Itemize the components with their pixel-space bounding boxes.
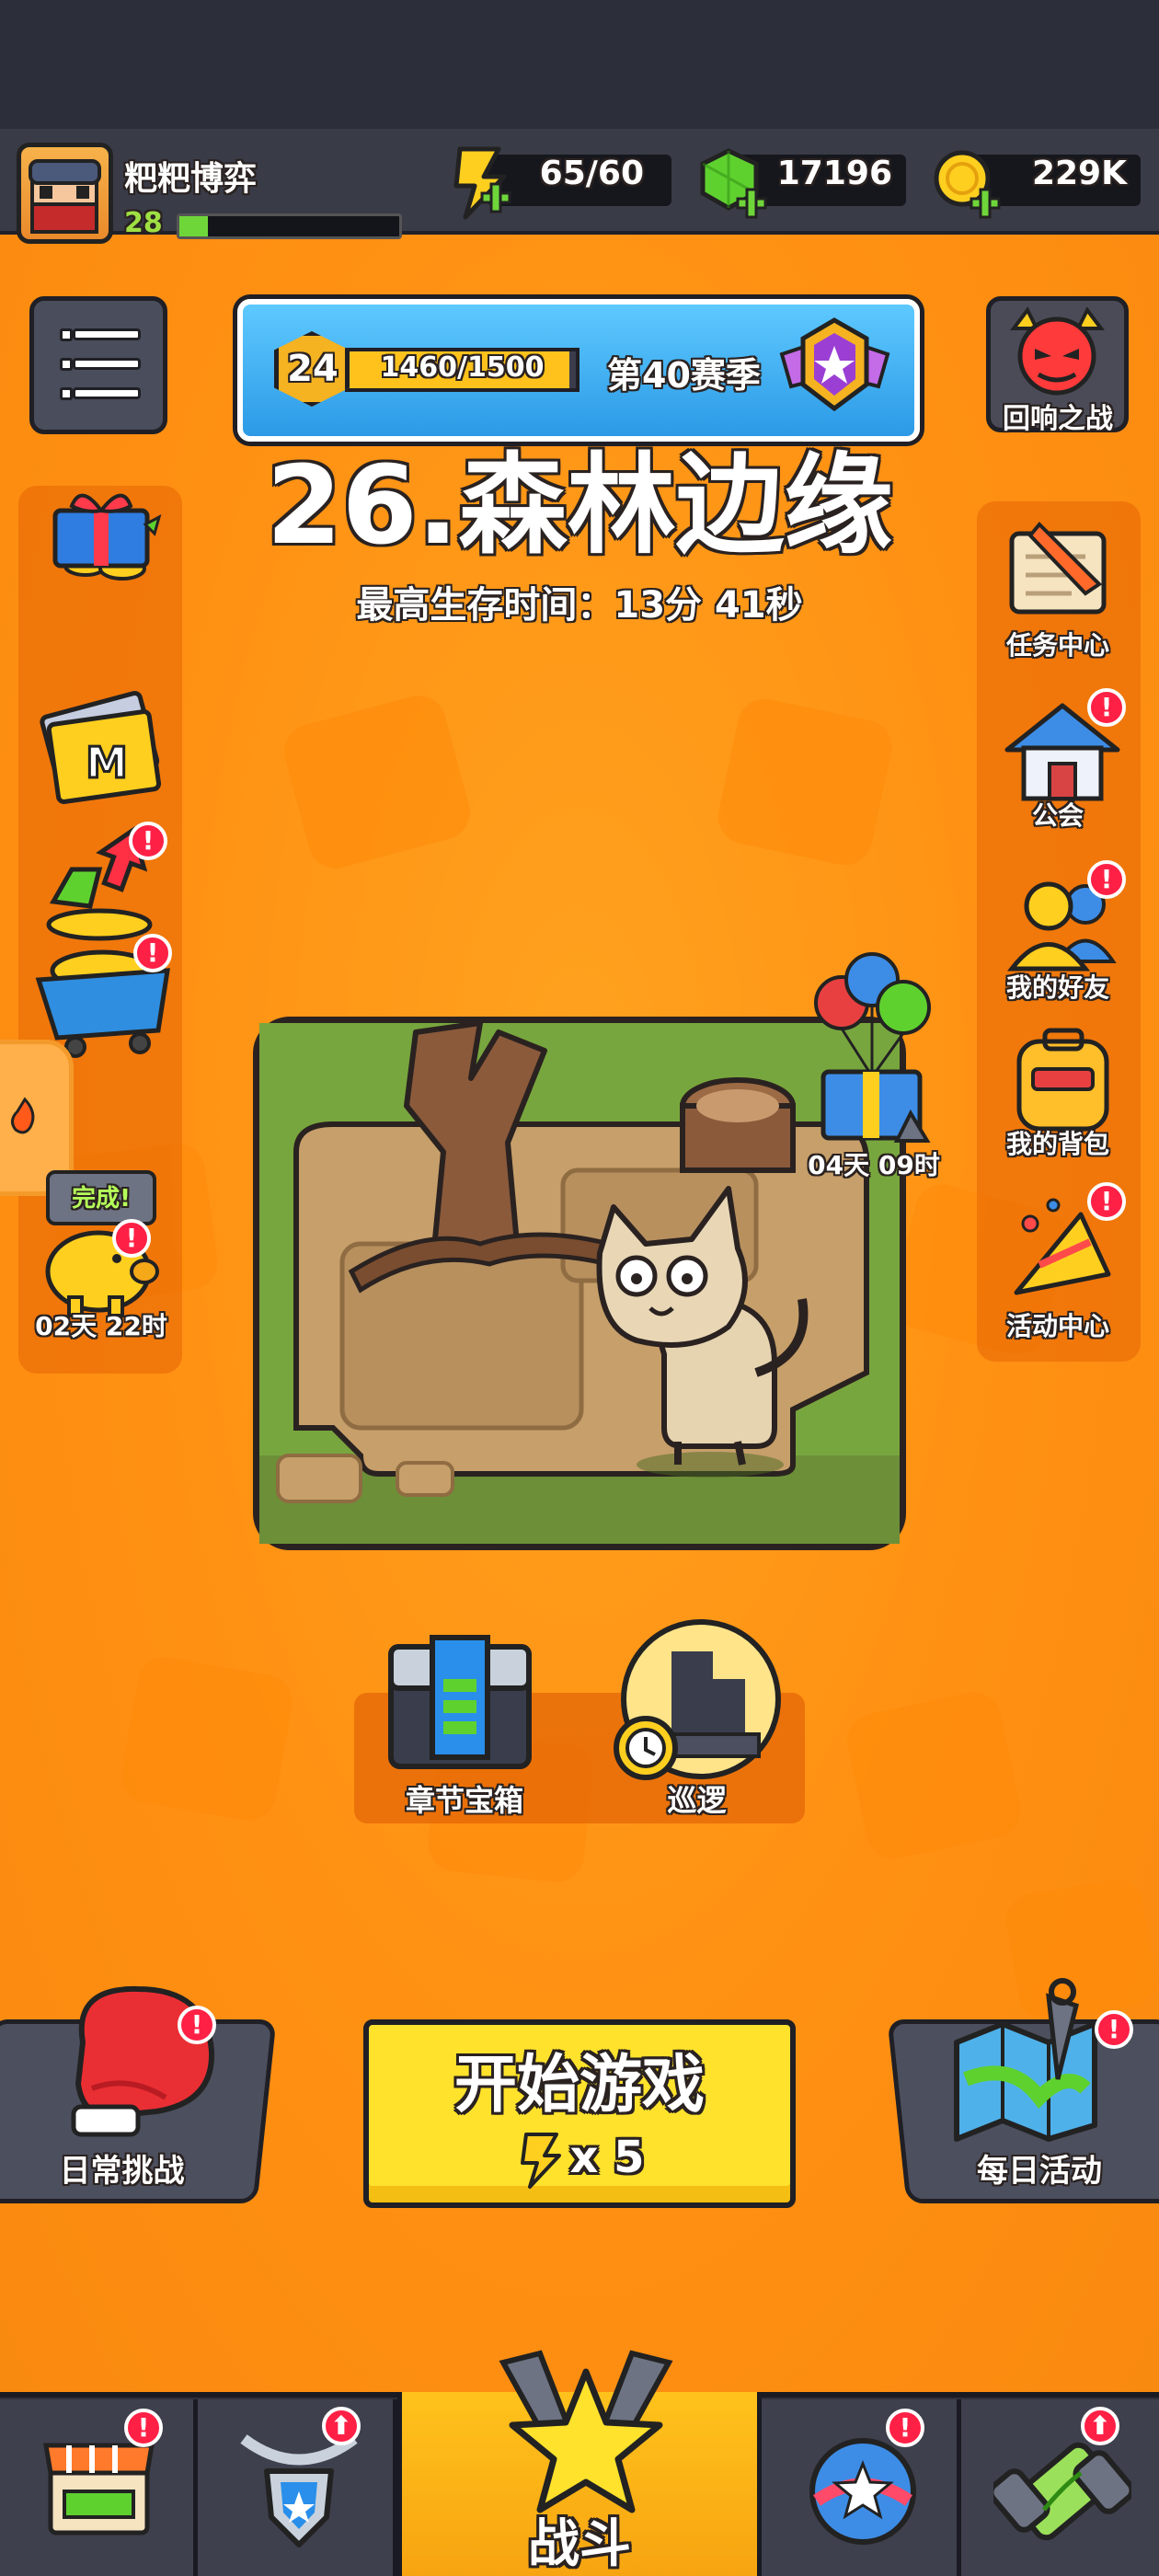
- dna-capsule-icon: [993, 2442, 1131, 2541]
- equipment-upgrade-badge: ⬆: [322, 2407, 361, 2445]
- gift-coins-icon[interactable]: [35, 478, 168, 589]
- stage-map-preview[interactable]: [253, 1017, 906, 1550]
- nav-shop[interactable]: !: [0, 2399, 198, 2576]
- echo-battle-label: 回响之战: [1003, 403, 1113, 435]
- start-game-cost: x 5: [569, 2132, 645, 2183]
- exp-bar: [177, 213, 402, 239]
- daily-challenge-alert-badge: !: [178, 2006, 216, 2044]
- daily-activity-alert-badge: !: [1095, 2010, 1133, 2049]
- nav-battle-label: 战斗: [528, 2514, 631, 2574]
- quest-scroll-icon[interactable]: [993, 515, 1127, 626]
- energy-value: 65/60: [539, 155, 644, 192]
- growth-fund-alert-badge: !: [129, 822, 167, 860]
- friends-alert-badge: !: [1087, 860, 1126, 899]
- daily-activity-label: 每日活动: [977, 2153, 1102, 2190]
- guild-alert-badge: !: [1087, 688, 1126, 727]
- player-name: 粑粑博弈: [124, 160, 258, 198]
- quest-center-label: 任务中心: [1005, 630, 1109, 661]
- gems-value: 17196: [776, 155, 892, 192]
- fire-icon: [11, 1097, 35, 1134]
- nav-equipment[interactable]: ⬆: [198, 2399, 397, 2576]
- ninja-avatar-icon: [29, 159, 101, 234]
- season-level: 24: [287, 348, 339, 390]
- treasure-map-icon: [954, 1978, 1097, 2142]
- season-xp-text: 1460/1500: [380, 351, 545, 384]
- boxing-glove-icon: [71, 1985, 215, 2137]
- star-orb-icon: [809, 2438, 916, 2545]
- demon-icon: [1010, 306, 1105, 396]
- guild-label: 公会: [1031, 800, 1084, 831]
- shield-necklace-icon: [240, 2434, 358, 2547]
- talents-alert-badge: !: [886, 2409, 924, 2447]
- backpack-icon[interactable]: [1001, 1023, 1125, 1138]
- season-name: 第40赛季: [607, 355, 761, 396]
- balloon-gift-icon[interactable]: [809, 948, 938, 1150]
- gift-timer: 04天 09时: [808, 1150, 940, 1180]
- piggy-bubble-text: 完成!: [72, 1185, 131, 1213]
- nav-talents[interactable]: !: [762, 2399, 961, 2576]
- battle-star-icon: [499, 2350, 673, 2513]
- evolution-upgrade-badge: ⬆: [1081, 2407, 1119, 2445]
- forest-scene: [259, 1020, 900, 1544]
- piggy-timer: 02天 22时: [35, 1311, 167, 1341]
- piggy-alert-badge: !: [112, 1219, 151, 1258]
- exp-bar-fill: [179, 216, 208, 236]
- svg-text:M: M: [86, 738, 128, 788]
- shop-cart-alert-badge: !: [133, 934, 172, 972]
- start-game-label: 开始游戏: [453, 2049, 705, 2122]
- patrol-label: 巡逻: [667, 1783, 727, 1818]
- event-center-label: 活动中心: [1005, 1311, 1109, 1341]
- friends-label: 我的好友: [1005, 972, 1109, 1003]
- events-alert-badge: !: [1087, 1182, 1126, 1221]
- energy-add-icon[interactable]: [443, 140, 517, 223]
- patrol-icon[interactable]: [607, 1615, 791, 1785]
- daily-challenge-label: 日常挑战: [59, 2153, 185, 2190]
- backpack-label: 我的背包: [1005, 1129, 1109, 1159]
- season-rank-icon: [779, 317, 890, 412]
- player-avatar[interactable]: [17, 143, 113, 244]
- menu-button[interactable]: [29, 296, 167, 434]
- chapter-chest-label: 章节宝箱: [405, 1783, 523, 1818]
- player-level: 28: [124, 207, 163, 239]
- nav-evolution[interactable]: ⬆: [961, 2399, 1159, 2576]
- status-bar-area: [0, 0, 1159, 138]
- shop-alert-badge: !: [124, 2409, 163, 2447]
- coins-value: 229K: [1031, 155, 1127, 192]
- monthly-card-icon[interactable]: M: [35, 685, 168, 810]
- chapter-chest-icon[interactable]: [377, 1619, 543, 1776]
